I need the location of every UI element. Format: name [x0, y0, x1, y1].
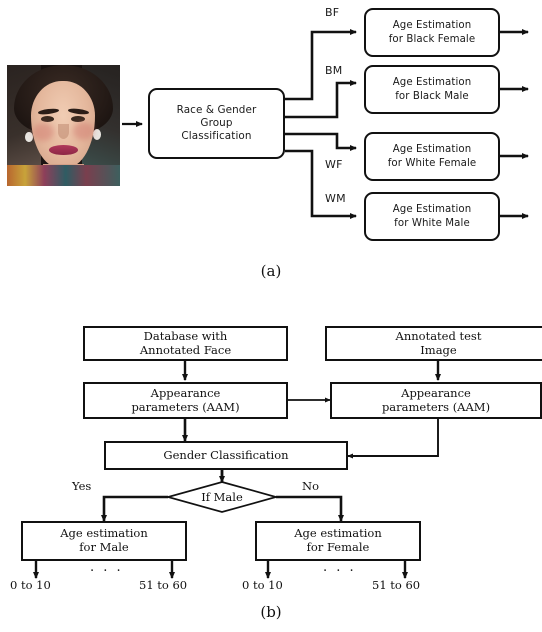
race-gender-classification-box: Race & Gender Group Classification	[148, 88, 285, 159]
photo-eye-right	[71, 115, 85, 122]
age-estimation-black-female-box: Age Estimation for Black Female	[364, 8, 500, 57]
decision-yes-label: Yes	[72, 479, 92, 493]
bf-line-1: Age Estimation	[392, 20, 472, 32]
photo-eye-left	[40, 115, 55, 122]
age-female-line-1: Age estimation	[294, 526, 382, 541]
if-male-label: If Male	[201, 490, 243, 504]
bm-line-1: Age Estimation	[392, 77, 472, 89]
branch-flag-bm: BM	[325, 64, 343, 77]
test-image-line-1: Annotated test	[395, 328, 482, 343]
branch-flag-bf: BF	[325, 6, 340, 19]
photo-clothing	[7, 165, 120, 186]
annotated-test-image-box: Annotated test Image	[325, 326, 542, 361]
if-male-decision-diamond: If Male	[168, 482, 276, 512]
age-estimation-female-box: Age estimation for Female	[255, 521, 421, 561]
classifier-line-2: Group	[200, 116, 233, 129]
input-face-photo	[7, 65, 120, 186]
decision-no-label: No	[302, 479, 319, 493]
appearance-test-line-1: Appearance	[401, 385, 471, 400]
photo-lips	[48, 144, 79, 155]
figure-root: Race & Gender Group Classification BF BM…	[0, 0, 542, 632]
appearance-train-line-1: Appearance	[150, 385, 221, 400]
age-female-range-first: 0 to 10	[242, 578, 283, 592]
wm-line-2: for White Male	[394, 217, 470, 229]
classifier-line-1: Race & Gender	[176, 103, 257, 116]
branch-flag-wm: WM	[325, 192, 346, 205]
photo-earring-right	[92, 129, 101, 140]
appearance-train-line-2: parameters (AAM)	[131, 399, 240, 414]
panel-a-label: (a)	[260, 262, 282, 280]
age-male-ellipsis: . . .	[90, 560, 124, 575]
age-female-range-last: 51 to 60	[372, 578, 421, 592]
age-estimation-black-male-box: Age Estimation for Black Male	[364, 65, 500, 114]
appearance-parameters-test-box: Appearance parameters (AAM)	[330, 382, 542, 419]
gender-classification-box: Gender Classification	[104, 441, 348, 470]
age-female-ellipsis: . . .	[323, 560, 357, 575]
age-male-line-2: for Male	[79, 540, 129, 554]
age-female-line-2: for Female	[306, 540, 370, 554]
photo-cheek-right	[72, 121, 94, 140]
bf-line-2: for Black Female	[388, 33, 476, 45]
panel-b-label: (b)	[260, 603, 282, 621]
database-line-1: Database with	[143, 328, 228, 343]
photo-nose	[57, 124, 70, 139]
wf-line-1: Age Estimation	[392, 144, 472, 156]
database-with-annotated-face-box: Database with Annotated Face	[83, 326, 288, 361]
age-estimation-male-box: Age estimation for Male	[21, 521, 187, 561]
age-estimation-white-male-box: Age Estimation for White Male	[364, 192, 500, 241]
age-male-line-1: Age estimation	[60, 526, 148, 541]
gender-classification-label: Gender Classification	[163, 447, 289, 462]
age-male-range-first: 0 to 10	[10, 578, 51, 592]
appearance-parameters-train-box: Appearance parameters (AAM)	[83, 382, 288, 419]
wm-line-1: Age Estimation	[392, 204, 472, 216]
classifier-line-3: Classification	[181, 130, 252, 143]
test-image-line-2: Image	[420, 342, 457, 357]
branch-flag-wf: WF	[325, 158, 343, 171]
database-line-2: Annotated Face	[139, 342, 232, 357]
age-male-range-last: 51 to 60	[139, 578, 188, 592]
age-estimation-white-female-box: Age Estimation for White Female	[364, 132, 500, 181]
bm-line-2: for Black Male	[395, 90, 469, 102]
appearance-test-line-2: parameters (AAM)	[381, 399, 491, 414]
wf-line-2: for White Female	[387, 157, 477, 169]
